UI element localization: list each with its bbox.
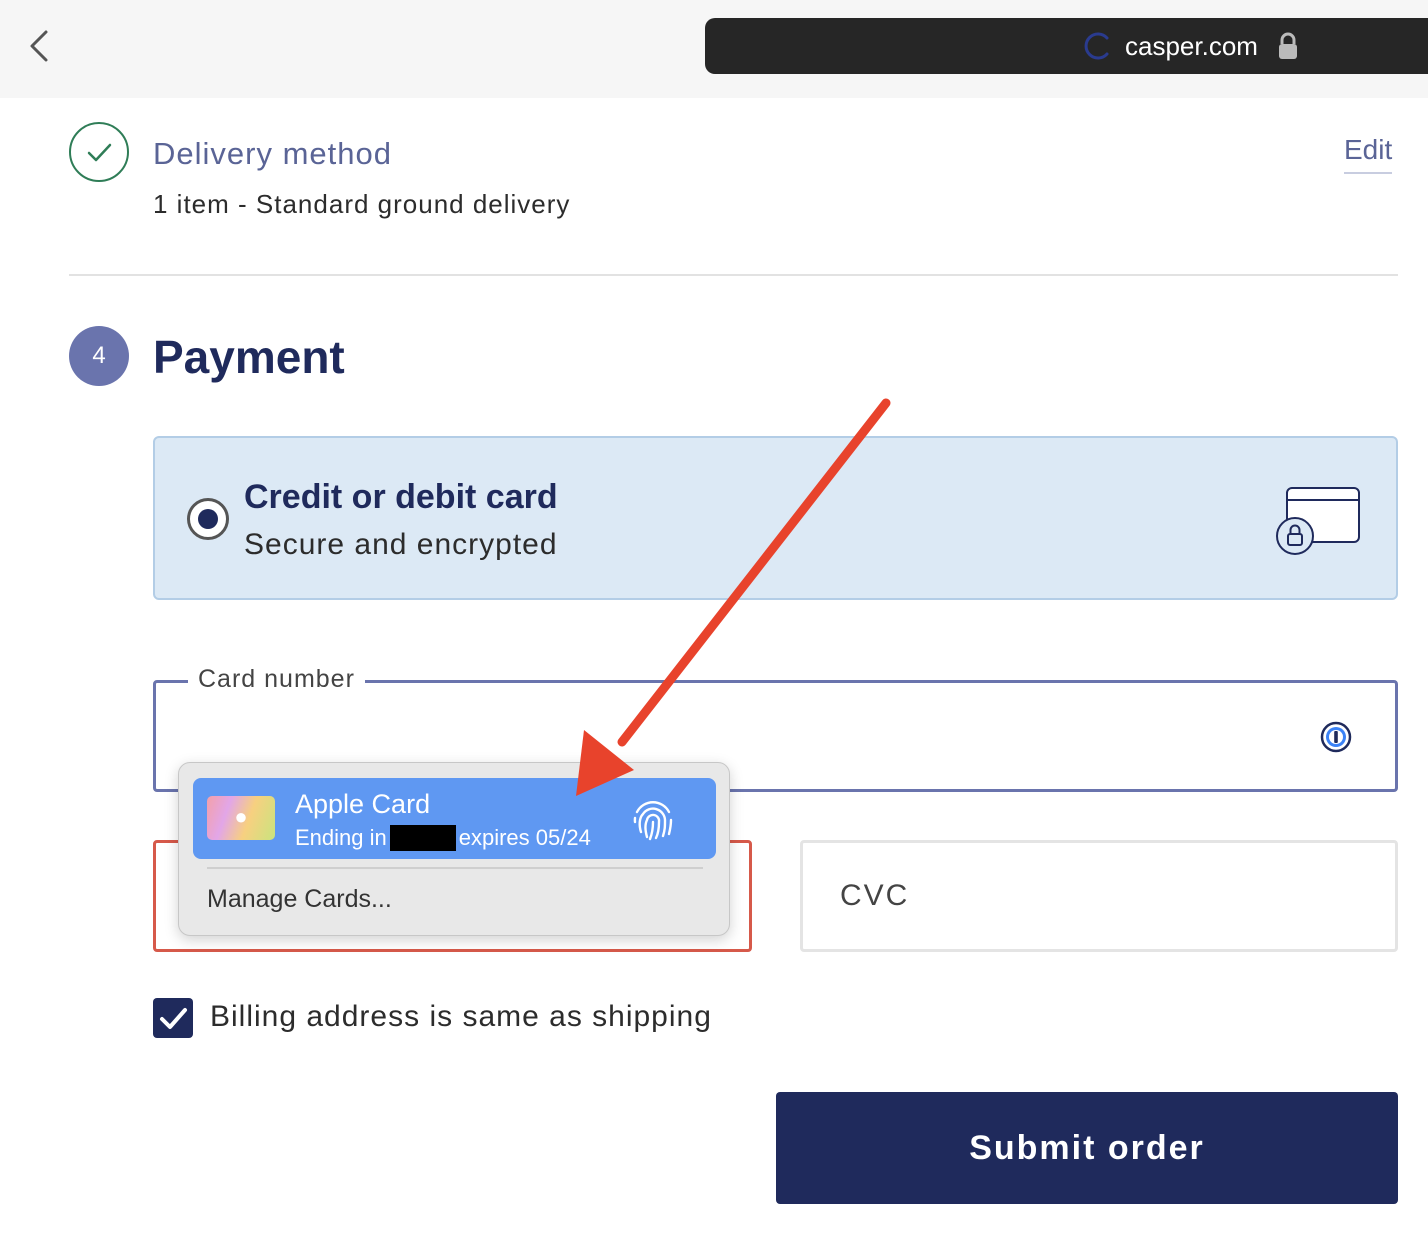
step-complete-check-icon bbox=[69, 122, 129, 182]
expiry-text: expires 05/24 bbox=[458, 825, 591, 850]
cvc-input[interactable]: CVC bbox=[800, 840, 1398, 952]
lock-icon bbox=[1279, 32, 1297, 59]
cvc-placeholder: CVC bbox=[840, 879, 910, 912]
autofill-card-name: Apple Card bbox=[295, 789, 431, 819]
popup-separator bbox=[207, 867, 703, 869]
url-text: casper.com bbox=[1125, 31, 1258, 61]
payment-method-title: Credit or debit card bbox=[244, 478, 558, 516]
submit-order-button[interactable]: Submit order bbox=[776, 1092, 1398, 1204]
payment-method-card-option[interactable]: Credit or debit card Secure and encrypte… bbox=[153, 436, 1398, 600]
edit-delivery-link[interactable]: Edit bbox=[1344, 134, 1393, 174]
secure-card-icon bbox=[1276, 487, 1360, 555]
billing-same-label: Billing address is same as shipping bbox=[210, 1000, 712, 1033]
touch-id-fingerprint-icon bbox=[633, 801, 673, 841]
section-divider bbox=[69, 274, 1398, 276]
address-bar[interactable]: casper.com bbox=[705, 18, 1428, 74]
redacted-card-digits bbox=[389, 825, 456, 851]
payment-title: Payment bbox=[153, 331, 345, 383]
apple-logo-icon: ● bbox=[234, 804, 248, 829]
payment-method-subtitle: Secure and encrypted bbox=[244, 528, 558, 561]
apple-card-image: ● bbox=[207, 796, 275, 840]
card-autofill-popup: ● Apple Card Ending in expires 05/24 Mana… bbox=[178, 762, 730, 936]
delivery-method-title: Delivery method bbox=[153, 136, 392, 171]
step-number-badge: 4 bbox=[69, 326, 129, 386]
card-method-radio[interactable] bbox=[187, 498, 229, 540]
back-chevron-icon[interactable] bbox=[22, 26, 58, 66]
checkmark-icon bbox=[160, 1008, 187, 1029]
autofill-card-detail: Ending in expires 05/24 bbox=[295, 825, 591, 851]
loading-spinner-icon bbox=[1084, 32, 1109, 60]
billing-same-checkbox[interactable] bbox=[153, 998, 193, 1038]
autofill-apple-card-option[interactable]: ● Apple Card Ending in expires 05/24 bbox=[193, 778, 716, 859]
password-manager-icon[interactable] bbox=[1320, 721, 1352, 753]
manage-cards-option[interactable]: Manage Cards... bbox=[207, 885, 392, 914]
radio-selected-dot bbox=[198, 509, 218, 529]
delivery-summary: 1 item - Standard ground delivery bbox=[153, 189, 571, 219]
card-number-label: Card number bbox=[188, 665, 365, 694]
browser-toolbar: casper.com bbox=[0, 0, 1428, 98]
ending-prefix: Ending in bbox=[295, 825, 387, 850]
